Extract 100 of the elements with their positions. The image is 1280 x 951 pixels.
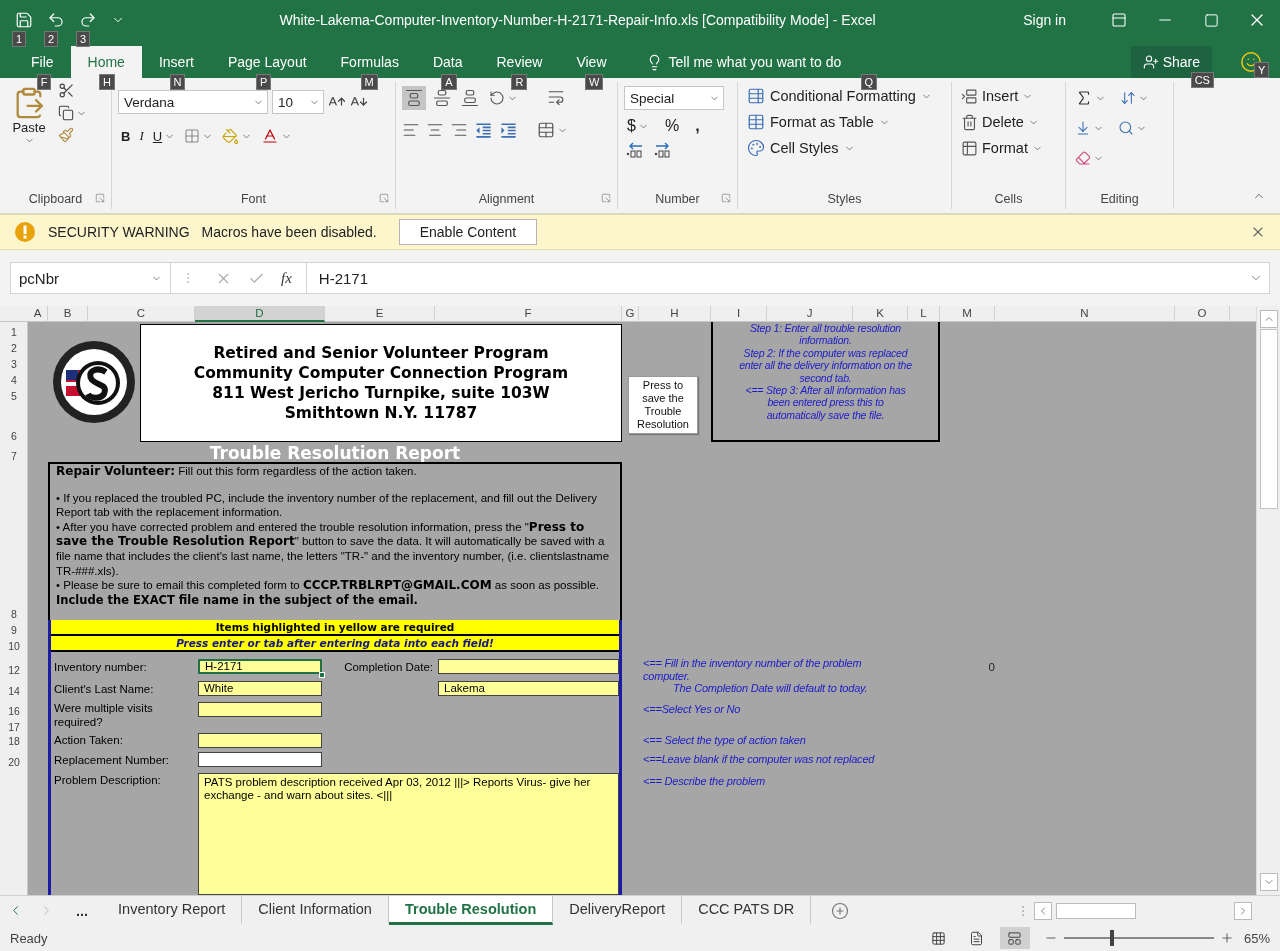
align-right-icon[interactable] — [450, 121, 468, 139]
column-header[interactable]: H — [639, 306, 711, 322]
redo-icon[interactable] — [79, 11, 97, 29]
row-header[interactable]: 1 — [0, 322, 28, 338]
column-header[interactable]: I — [711, 306, 767, 322]
column-header[interactable]: B — [48, 306, 88, 322]
align-left-icon[interactable] — [402, 121, 420, 139]
input-field[interactable] — [198, 732, 322, 748]
row-header[interactable]: 8 — [0, 462, 28, 620]
save-icon[interactable] — [15, 11, 33, 29]
comma-button[interactable]: , — [692, 114, 703, 138]
column-header[interactable]: N — [995, 306, 1175, 322]
input-field[interactable]: White — [198, 681, 322, 696]
paint-bucket-icon[interactable] — [222, 127, 240, 145]
undo-icon[interactable] — [47, 11, 65, 29]
keytip: M — [360, 74, 378, 90]
row-header[interactable]: 2 — [0, 338, 28, 354]
row-header[interactable]: 20 — [0, 751, 28, 768]
copy-icon[interactable] — [58, 105, 74, 121]
styles-button[interactable]: Cell Styles — [744, 136, 935, 160]
column-header[interactable]: D — [195, 306, 325, 322]
column-header[interactable]: G — [622, 306, 639, 322]
row-header[interactable]: 3 — [0, 354, 28, 370]
font-name-field[interactable]: Verdana — [118, 90, 268, 114]
ribbon-tab[interactable]: Home — [70, 46, 142, 78]
instruction-text: • Please be sure to email this completed form to CCCP.TRBLRPT@GMAIL.COM as soon as possible. — [56, 578, 601, 593]
horizontal-scrollbar[interactable] — [1056, 902, 1136, 919]
row-header[interactable]: 5 — [0, 386, 28, 402]
row-header[interactable]: 16 — [0, 701, 28, 717]
input-field[interactable] — [198, 752, 322, 767]
input-field[interactable]: PATS problem description received Apr 03, 2012 |||> Reports Virus- give her exchange - and warn about sites. <||| — [198, 773, 619, 895]
column-header[interactable]: J — [767, 306, 853, 322]
page-break-icon[interactable] — [1007, 930, 1023, 946]
insert-function-button[interactable]: fx — [281, 269, 292, 287]
format-painter-icon[interactable] — [58, 127, 74, 143]
name-box[interactable]: pcNbr — [11, 263, 171, 293]
borders-icon[interactable] — [184, 128, 201, 144]
formula-field[interactable]: H-2171 — [305, 263, 1243, 293]
percent-button[interactable]: % — [661, 114, 683, 138]
input-field[interactable]: H-2171 — [198, 659, 322, 674]
input-field[interactable]: Lakema — [438, 681, 619, 696]
column-header[interactable]: A — [28, 306, 48, 322]
sheet-tab[interactable]: Trouble Resolution — [388, 896, 554, 925]
column-header[interactable]: O — [1175, 306, 1230, 322]
maximize-icon[interactable] — [1203, 12, 1219, 28]
row-header[interactable]: 6 — [0, 402, 28, 442]
merge-icon[interactable] — [537, 121, 555, 139]
save-button[interactable]: Press to save the Trouble Resolution — [628, 376, 698, 434]
row-header[interactable]: 9 — [0, 620, 28, 636]
column-header[interactable]: F — [435, 306, 622, 322]
zoom-thumb[interactable] — [1109, 930, 1114, 946]
decrease-indent-icon[interactable] — [474, 120, 493, 140]
scrollbar-thumb[interactable] — [1259, 329, 1278, 509]
row-header[interactable]: 10 — [0, 636, 28, 652]
row-header[interactable]: 18 — [0, 733, 28, 747]
grid-icon[interactable] — [931, 930, 947, 946]
table-icon — [747, 113, 765, 131]
zoom-in-icon[interactable] — [1219, 931, 1234, 945]
number-format-field[interactable]: Special — [624, 86, 724, 110]
increase-indent-icon[interactable] — [499, 120, 518, 140]
more-sheets-button[interactable]: ... — [62, 896, 103, 925]
row-header[interactable]: 12 — [0, 657, 28, 676]
column-header[interactable]: M — [940, 306, 995, 322]
styles-button[interactable]: Format as Table — [744, 110, 935, 134]
fill-handle[interactable] — [319, 672, 325, 678]
italic-button[interactable]: I — [136, 124, 147, 148]
zoom-level[interactable]: 65% — [1243, 930, 1270, 946]
input-field[interactable] — [198, 701, 322, 717]
cells-button[interactable]: Format — [958, 136, 1046, 160]
view-button[interactable] — [999, 927, 1030, 949]
align-center-icon[interactable] — [426, 121, 444, 139]
enable-content-button[interactable]: Enable Content — [398, 219, 538, 245]
row-header[interactable]: 7 — [0, 442, 28, 462]
launcher-icon[interactable] — [721, 193, 731, 203]
keytip: R — [511, 74, 528, 90]
ribbon-display-icon[interactable] — [1111, 12, 1127, 28]
column-header[interactable]: E — [325, 306, 435, 322]
cut-icon[interactable] — [58, 82, 75, 99]
row-header[interactable]: 17 — [0, 717, 28, 733]
launcher-icon[interactable] — [379, 193, 389, 203]
sign-in-link[interactable]: Sign in — [1023, 12, 1066, 28]
tell-me-field[interactable]: Tell me what you want to do — [668, 54, 842, 70]
row-header[interactable]: 4 — [0, 370, 28, 386]
column-header[interactable]: K — [853, 306, 908, 322]
input-field[interactable] — [438, 659, 619, 674]
row-header[interactable]: 14 — [0, 680, 28, 697]
column-header[interactable]: L — [908, 306, 940, 322]
add-sheet-icon[interactable] — [831, 901, 850, 920]
share-icon[interactable] — [1142, 54, 1159, 70]
page-icon[interactable] — [969, 930, 985, 946]
font-size-field[interactable]: 10 — [272, 90, 324, 114]
currency-button[interactable]: $ — [624, 114, 652, 138]
cells-button[interactable]: Insert — [958, 84, 1046, 108]
launcher-icon[interactable] — [95, 193, 105, 203]
underline-button[interactable]: U — [149, 124, 179, 148]
launcher-icon[interactable] — [601, 193, 611, 203]
field-label: Inventory number: — [53, 659, 148, 675]
cells-button[interactable]: Delete — [958, 110, 1046, 134]
vertical-align-button[interactable] — [402, 86, 426, 110]
bold-button[interactable]: B — [118, 124, 134, 148]
